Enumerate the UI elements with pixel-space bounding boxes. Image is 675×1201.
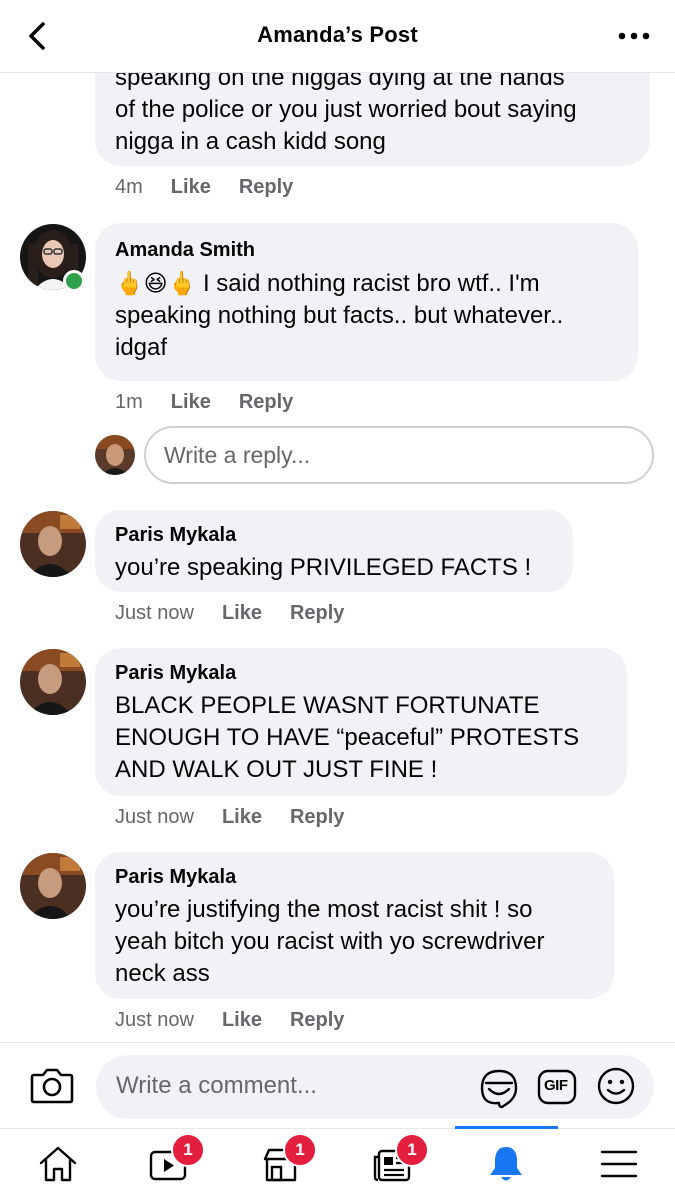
comment-input[interactable]: Write a comment... GIF <box>96 1055 654 1119</box>
comment-meta: Just now Like Reply <box>115 1009 344 1032</box>
comment-time: Just now <box>115 602 194 624</box>
comment-composer: Write a comment... GIF <box>0 1042 675 1129</box>
comment-text-line: you’re speaking PRIVILEGED FACTS ! <box>115 554 532 581</box>
comments-feed: speaking on the niggas dying at the hand… <box>0 0 675 1042</box>
comment-meta: 4m Like Reply <box>115 176 293 199</box>
tab-news[interactable]: 1 <box>337 1129 447 1201</box>
tab-home[interactable] <box>2 1129 112 1201</box>
reply-button[interactable]: Reply <box>290 1009 344 1032</box>
avatar[interactable] <box>20 511 86 577</box>
comment-bubble: Paris Mykala you’re speaking PRIVILEGED … <box>95 510 573 592</box>
more-options-button[interactable] <box>617 26 651 46</box>
comment-text-line: 🖕😆🖕 I said nothing racist bro wtf.. I'm <box>115 267 618 300</box>
notification-badge: 1 <box>283 1133 317 1167</box>
comment-author[interactable]: Amanda Smith <box>115 239 618 261</box>
comment-text-line: neck ass <box>115 960 210 987</box>
comment-text-line: you’re justifying the most racist shit !… <box>115 896 533 923</box>
sticker-icon <box>480 1069 518 1109</box>
notification-badge: 1 <box>395 1133 429 1167</box>
emoji-button[interactable] <box>596 1066 636 1113</box>
gif-button[interactable]: GIF <box>537 1068 577 1113</box>
comment-text-line: BLACK PEOPLE WASNT FORTUNATE <box>115 692 540 719</box>
reply-button[interactable]: Reply <box>239 176 293 199</box>
comment-text-line: yeah bitch you racist with yo screwdrive… <box>115 928 545 955</box>
like-button[interactable]: Like <box>171 391 211 414</box>
comment-meta: Just now Like Reply <box>115 602 344 625</box>
comment-meta: Just now Like Reply <box>115 806 344 829</box>
like-button[interactable]: Like <box>222 806 262 829</box>
comment-time: Just now <box>115 806 194 828</box>
camera-icon <box>30 1068 74 1104</box>
avatar-photo <box>20 511 86 577</box>
gif-label: GIF <box>544 1077 568 1094</box>
like-button[interactable]: Like <box>171 176 211 199</box>
like-button[interactable]: Like <box>222 602 262 625</box>
comment-placeholder: Write a comment... <box>116 1072 317 1099</box>
avatar[interactable] <box>20 649 86 715</box>
my-avatar <box>95 435 135 475</box>
bottom-tab-bar: 1 1 1 <box>0 1126 675 1201</box>
comment-text-segment: I said nothing racist bro wtf.. I'm <box>202 270 540 297</box>
page-title: Amanda’s Post <box>257 22 418 47</box>
tab-notifications[interactable] <box>450 1129 560 1201</box>
comment-text-line: ENOUGH TO HAVE “peaceful” PROTESTS <box>115 724 580 751</box>
reply-button[interactable]: Reply <box>290 602 344 625</box>
online-status-indicator <box>63 270 85 292</box>
home-icon <box>39 1146 77 1182</box>
avatar-photo <box>20 649 86 715</box>
reply-button[interactable]: Reply <box>239 391 293 414</box>
comment-time: 4m <box>115 176 143 198</box>
comment-text-line: of the police or you just worried bout s… <box>115 96 577 123</box>
comment-bubble: Amanda Smith 🖕😆🖕 I said nothing racist b… <box>95 223 638 381</box>
reply-button[interactable]: Reply <box>290 806 344 829</box>
tab-marketplace[interactable]: 1 <box>225 1129 335 1201</box>
hamburger-menu-icon <box>600 1150 638 1178</box>
tab-menu[interactable] <box>563 1129 673 1201</box>
sticker-button[interactable] <box>478 1067 520 1116</box>
comment-bubble: Paris Mykala BLACK PEOPLE WASNT FORTUNAT… <box>95 648 627 796</box>
comment-meta: 1m Like Reply <box>115 391 293 414</box>
comment-text-line: AND WALK OUT JUST FINE ! <box>115 756 438 783</box>
emoji-sequence: 🖕😆🖕 <box>115 270 197 296</box>
comment-author[interactable]: Paris Mykala <box>115 662 607 684</box>
more-icon <box>618 32 650 40</box>
comment-text-line: speaking nothing but facts.. but whateve… <box>115 302 564 329</box>
comment-time: 1m <box>115 391 143 413</box>
smiley-icon <box>597 1067 635 1105</box>
like-button[interactable]: Like <box>222 1009 262 1032</box>
avatar-photo <box>20 853 86 919</box>
tab-watch[interactable]: 1 <box>113 1129 223 1201</box>
post-header: Amanda’s Post <box>0 0 675 73</box>
avatar[interactable] <box>20 853 86 919</box>
camera-button[interactable] <box>30 1065 74 1105</box>
comment-time: Just now <box>115 1009 194 1031</box>
comment-text-line: nigga in a cash kidd song <box>115 128 386 155</box>
avatar-photo <box>95 435 135 475</box>
comment-text-line: idgaf <box>115 334 168 361</box>
comment-author[interactable]: Paris Mykala <box>115 866 594 888</box>
bell-icon <box>490 1147 522 1181</box>
comment-bubble: Paris Mykala you’re justifying the most … <box>95 852 614 999</box>
comment-author[interactable]: Paris Mykala <box>115 524 553 546</box>
reply-input[interactable]: Write a reply... <box>144 426 654 484</box>
notification-badge: 1 <box>171 1133 205 1167</box>
